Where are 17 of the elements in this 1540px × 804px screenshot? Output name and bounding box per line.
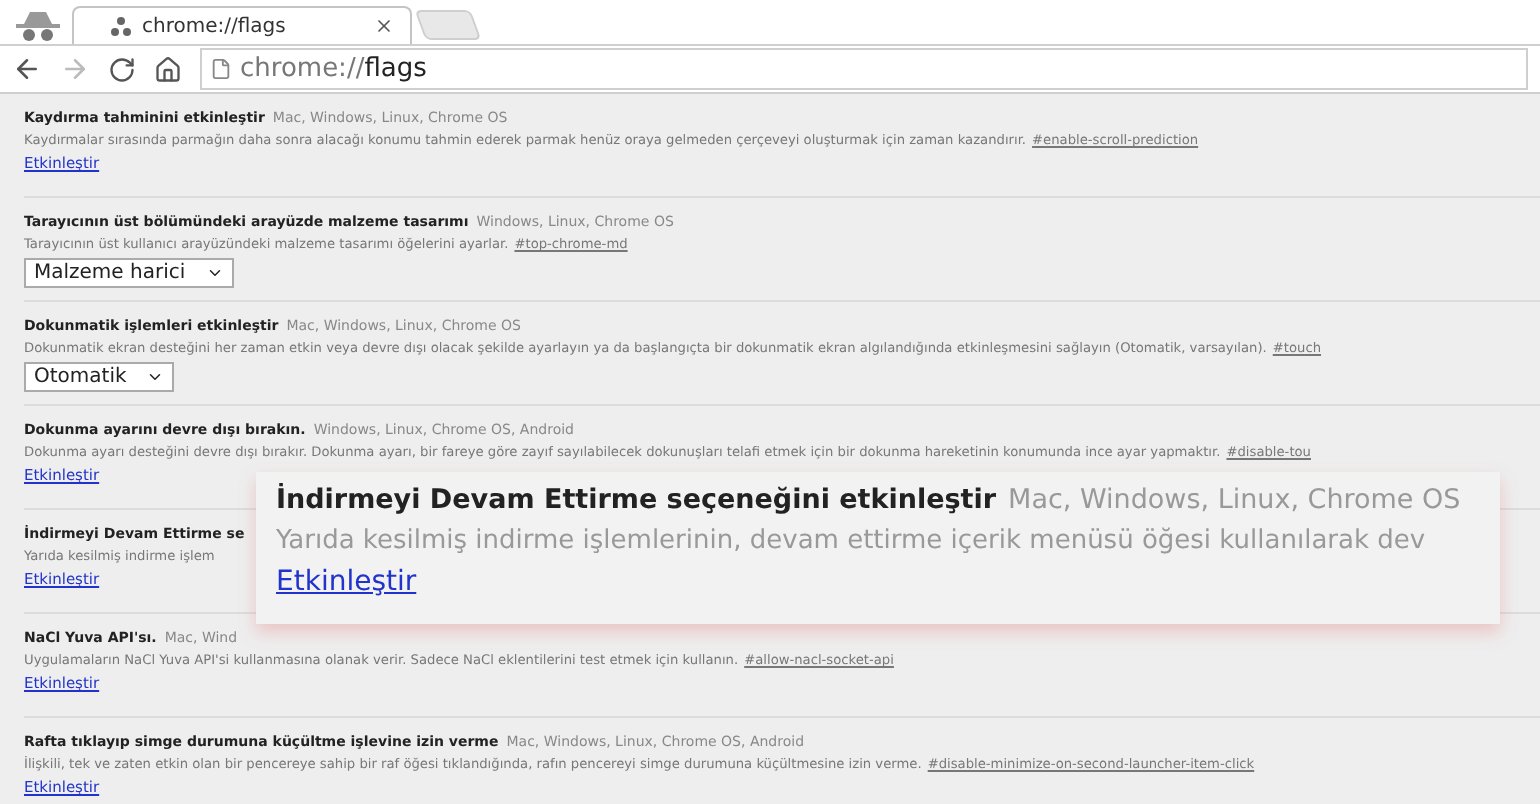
reload-icon[interactable] xyxy=(108,55,136,83)
caret-icon xyxy=(205,264,224,282)
address-bar[interactable]: chrome://flags xyxy=(200,48,1528,90)
callout-description: Yarıda kesilmiş indirme işlemlerinin, devam ettirme içerik menüsü öğesi kullanılarak dev xyxy=(276,526,1428,556)
home-icon[interactable] xyxy=(154,55,182,83)
incognito-icon xyxy=(12,8,64,44)
url-text: chrome://flags xyxy=(240,54,427,84)
caret-icon xyxy=(146,368,165,386)
callout-platforms: Mac, Windows, Linux, Chrome OS xyxy=(1008,484,1461,516)
page-icon xyxy=(210,58,232,80)
callout-title: İndirmeyi Devam Ettirme seçeneğini etkinleştir xyxy=(276,484,997,516)
back-icon[interactable] xyxy=(12,54,42,84)
browser-tab[interactable]: chrome://flags xyxy=(72,6,412,44)
enable-link[interactable]: Etkinleştir xyxy=(276,566,417,598)
flag-dropdown[interactable]: Malzeme harici xyxy=(24,258,234,288)
flag-dropdown[interactable]: Otomatik xyxy=(24,362,175,392)
close-icon[interactable] xyxy=(374,16,394,36)
